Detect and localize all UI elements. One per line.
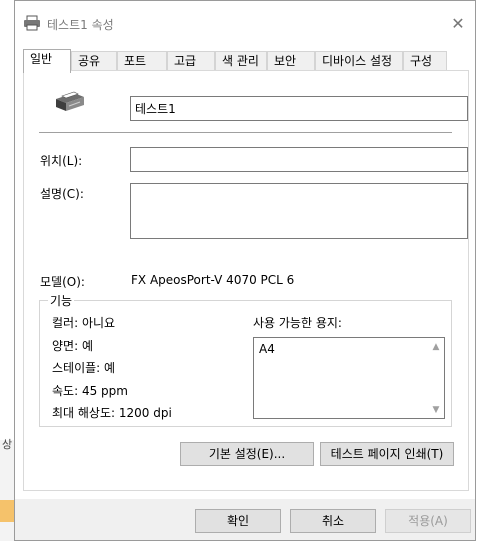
tab-security[interactable]: 보안 xyxy=(267,51,315,71)
tab-configuration[interactable]: 구성 xyxy=(403,51,447,71)
feature-speed: 속도: 45 ppm xyxy=(52,384,128,398)
paper-listbox[interactable]: A4 ▲ ▼ xyxy=(253,337,445,419)
tab-color-management[interactable]: 색 관리 xyxy=(215,51,267,71)
general-tab-panel: 테스트1 위치(L): 설명(C): 모델(O): FX ApeosPort-V… xyxy=(23,70,469,491)
tab-general[interactable]: 일반 xyxy=(23,49,71,73)
list-item[interactable]: A4 xyxy=(259,342,275,356)
background-accent xyxy=(0,500,14,522)
separator xyxy=(39,132,452,133)
printer-properties-dialog: 테스트1 속성 ✕ 일반 공유 포트 고급 색 관리 보안 디바이스 설정 구성… xyxy=(14,0,476,541)
title-bar: 테스트1 속성 ✕ xyxy=(15,1,475,45)
tab-ports[interactable]: 포트 xyxy=(117,51,167,71)
scroll-down-icon[interactable]: ▼ xyxy=(430,404,442,416)
preferences-button[interactable]: 기본 설정(E)... xyxy=(180,442,314,466)
features-groupbox: 기능 컬러: 아니요 양면: 예 스테이플: 예 속도: 45 ppm 최대 해… xyxy=(39,292,452,427)
scroll-up-icon[interactable]: ▲ xyxy=(430,341,442,353)
background-text: 상 xyxy=(2,438,13,451)
apply-button[interactable]: 적용(A) xyxy=(385,509,471,533)
feature-duplex: 양면: 예 xyxy=(52,339,93,353)
close-icon: ✕ xyxy=(451,14,465,33)
tab-sharing[interactable]: 공유 xyxy=(71,51,117,71)
printer-name-input[interactable]: 테스트1 xyxy=(130,96,468,121)
window-title: 테스트1 속성 xyxy=(47,18,114,32)
location-input[interactable] xyxy=(130,147,468,172)
tab-advanced[interactable]: 고급 xyxy=(167,51,215,71)
feature-staple: 스테이플: 예 xyxy=(52,361,116,375)
print-test-page-button[interactable]: 테스트 페이지 인쇄(T) xyxy=(320,442,454,466)
features-title: 기능 xyxy=(48,292,75,309)
paper-available-label: 사용 가능한 용지: xyxy=(253,316,342,330)
ok-button[interactable]: 확인 xyxy=(195,509,281,533)
location-label: 위치(L): xyxy=(40,154,83,168)
printer-icon xyxy=(24,15,40,31)
comment-label: 설명(C): xyxy=(40,187,84,201)
dialog-footer: 확인 취소 적용(A) xyxy=(15,499,475,540)
model-label: 모델(O): xyxy=(40,275,85,289)
feature-resolution: 최대 해상도: 1200 dpi xyxy=(52,406,172,420)
comment-textarea[interactable] xyxy=(130,183,468,239)
cancel-button[interactable]: 취소 xyxy=(290,509,376,533)
tab-device-settings[interactable]: 디바이스 설정 xyxy=(315,51,403,71)
model-value: FX ApeosPort-V 4070 PCL 6 xyxy=(131,273,295,287)
close-button[interactable]: ✕ xyxy=(445,11,471,37)
printer-large-icon xyxy=(56,91,84,111)
feature-color: 컬러: 아니요 xyxy=(52,316,116,330)
